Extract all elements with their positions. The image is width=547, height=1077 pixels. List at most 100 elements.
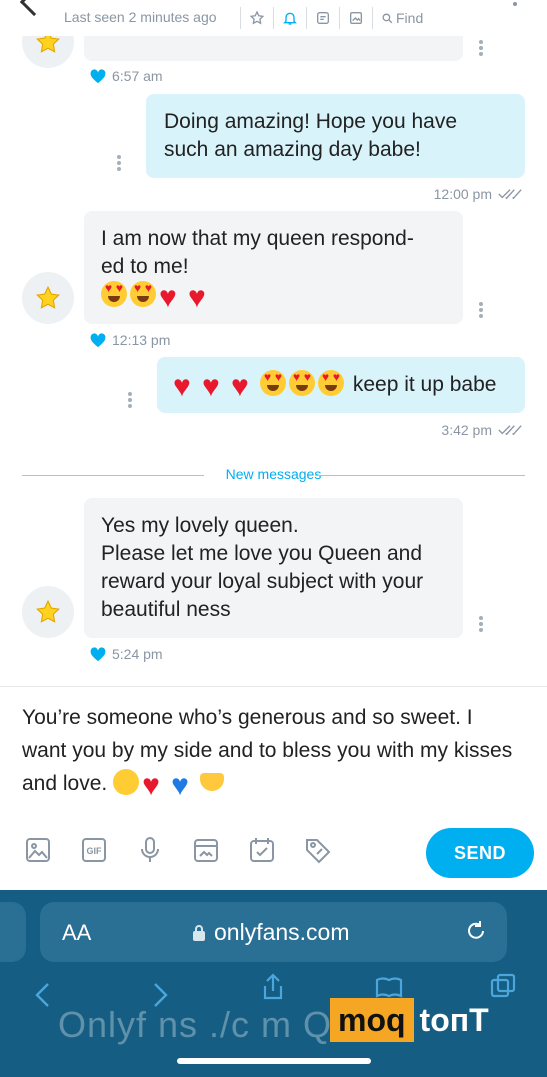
- message-time: 6:57 am: [112, 68, 163, 84]
- home-indicator[interactable]: [177, 1058, 371, 1064]
- message-options-icon[interactable]: [128, 392, 132, 396]
- message-options-icon[interactable]: [479, 40, 483, 44]
- previous-tab-preview[interactable]: [0, 902, 26, 962]
- liked-heart-icon[interactable]: [90, 68, 106, 84]
- message-text-line: ed to me!: [101, 255, 189, 278]
- message-text: keep it up babe: [352, 373, 497, 396]
- search-icon: [382, 13, 393, 23]
- microphone-icon: [141, 837, 159, 862]
- badge-left-text: moq: [330, 998, 414, 1042]
- note-icon: [317, 12, 329, 24]
- heart-eyes-emoji-icon: [101, 281, 127, 307]
- red-heart-emoji-icon: ♥: [142, 769, 160, 802]
- read-ticks-icon: [498, 425, 522, 436]
- schedule-button[interactable]: [248, 836, 276, 864]
- watermark-badge: moq toпT: [330, 998, 495, 1042]
- divider-line: [315, 475, 525, 476]
- message-time: 12:13 pm: [112, 332, 171, 348]
- message-meta: 12:00 pm: [434, 186, 522, 202]
- chat-header: Last seen 2 minutes ago Find: [0, 0, 547, 36]
- message-meta: 12:13 pm: [90, 332, 170, 348]
- star-icon: [249, 10, 265, 25]
- send-button[interactable]: SEND: [426, 828, 534, 878]
- red-heart-emoji-icon: ♥: [188, 281, 206, 314]
- message-meta: 6:57 am: [90, 68, 163, 84]
- outgoing-message-bubble[interactable]: ♥ ♥ ♥ keep it up babe: [157, 357, 525, 413]
- incoming-message-bubble[interactable]: I am now that my queen respond- ed to me…: [84, 211, 463, 324]
- media-button[interactable]: [339, 7, 372, 29]
- heart-eyes-emoji-icon: [260, 370, 286, 396]
- vault-icon: [194, 839, 218, 862]
- grinning-face-emoji-icon: [113, 769, 140, 795]
- back-icon[interactable]: [28, 980, 58, 1010]
- voice-button[interactable]: [136, 836, 164, 864]
- emoji-row: ♥ ♥: [101, 281, 446, 314]
- star-avatar-icon: [36, 36, 60, 53]
- heart-eyes-emoji-icon: [318, 370, 344, 396]
- gif-button[interactable]: GIF: [80, 836, 108, 864]
- message-input[interactable]: You’re someone who’s generous and so swe…: [22, 701, 522, 802]
- lock-icon: [193, 924, 205, 941]
- bell-icon: [283, 12, 297, 25]
- avatar[interactable]: [22, 272, 74, 324]
- url-display[interactable]: onlyfans.com: [192, 919, 350, 946]
- find-button[interactable]: Find: [372, 7, 431, 29]
- svg-text:GIF: GIF: [87, 846, 103, 856]
- liked-heart-icon[interactable]: [90, 332, 106, 348]
- incoming-message-bubble[interactable]: [84, 36, 463, 61]
- message-meta: 3:42 pm: [441, 422, 522, 438]
- heart-eyes-emoji-icon: [130, 281, 156, 307]
- vault-button[interactable]: [192, 836, 220, 864]
- message-text-line: Yes my lovely queen.: [101, 514, 299, 537]
- badge-right-text: toпT: [419, 1001, 489, 1038]
- message-thread[interactable]: 6:57 am Doing amazing! Hope you have suc…: [0, 36, 547, 686]
- red-heart-emoji-icon: ♥: [173, 370, 191, 403]
- message-text-line: I am now that my queen respond-: [101, 227, 414, 250]
- share-icon[interactable]: [258, 972, 288, 1002]
- message-time: 5:24 pm: [112, 646, 163, 662]
- browser-toolbar: AA onlyfans.com Onlyf ns ./c m Q moq toп…: [0, 890, 547, 1077]
- message-time: 12:00 pm: [433, 186, 492, 202]
- watermark-text: Onlyf ns ./c m Q: [58, 1004, 333, 1045]
- find-label: Find: [396, 10, 424, 26]
- notes-button[interactable]: [306, 7, 339, 29]
- last-seen-status: Last seen 2 minutes ago: [64, 9, 217, 25]
- star-button[interactable]: [240, 7, 273, 29]
- heart-hands-emoji-icon: [200, 773, 225, 791]
- incoming-message-bubble[interactable]: Yes my lovely queen. Please let me love …: [84, 498, 463, 638]
- star-avatar-icon: [36, 285, 60, 309]
- back-chevron-icon[interactable]: [19, 0, 49, 17]
- address-bar[interactable]: AA onlyfans.com: [40, 902, 507, 962]
- message-time: 3:42 pm: [441, 422, 492, 438]
- notifications-button[interactable]: [273, 7, 306, 29]
- calendar-check-icon: [250, 838, 274, 862]
- heart-eyes-emoji-icon: [289, 370, 315, 396]
- composer-toolbar: GIF: [24, 836, 332, 864]
- reader-settings-button[interactable]: AA: [62, 920, 91, 946]
- message-text-line: Please let me love you Queen and reward …: [101, 542, 424, 621]
- message-options-icon[interactable]: [479, 616, 483, 620]
- liked-heart-icon[interactable]: [90, 646, 106, 662]
- reload-icon[interactable]: [463, 919, 489, 945]
- gallery-icon: [350, 12, 362, 24]
- red-heart-emoji-icon: ♥: [231, 370, 249, 403]
- message-composer: You’re someone who’s generous and so swe…: [0, 686, 547, 890]
- new-messages-divider: New messages: [22, 465, 525, 485]
- avatar[interactable]: [22, 586, 74, 638]
- image-button[interactable]: [24, 836, 52, 864]
- blue-heart-emoji-icon: ♥: [171, 769, 189, 802]
- red-heart-emoji-icon: ♥: [202, 370, 220, 403]
- message-options-icon[interactable]: [117, 155, 121, 159]
- draft-text: You’re someone who’s generous and so swe…: [22, 706, 513, 795]
- price-button[interactable]: [304, 836, 332, 864]
- outgoing-message-bubble[interactable]: Doing amazing! Hope you have such an ama…: [146, 94, 525, 178]
- message-meta: 5:24 pm: [90, 646, 163, 662]
- avatar[interactable]: [22, 36, 74, 68]
- message-options-icon[interactable]: [479, 302, 483, 306]
- url-text: onlyfans.com: [214, 919, 350, 945]
- red-heart-emoji-icon: ♥: [159, 281, 177, 314]
- read-ticks-icon: [498, 189, 522, 200]
- gif-icon: GIF: [82, 838, 106, 862]
- new-messages-label: New messages: [225, 466, 322, 482]
- header-toolbar: Find: [240, 6, 431, 30]
